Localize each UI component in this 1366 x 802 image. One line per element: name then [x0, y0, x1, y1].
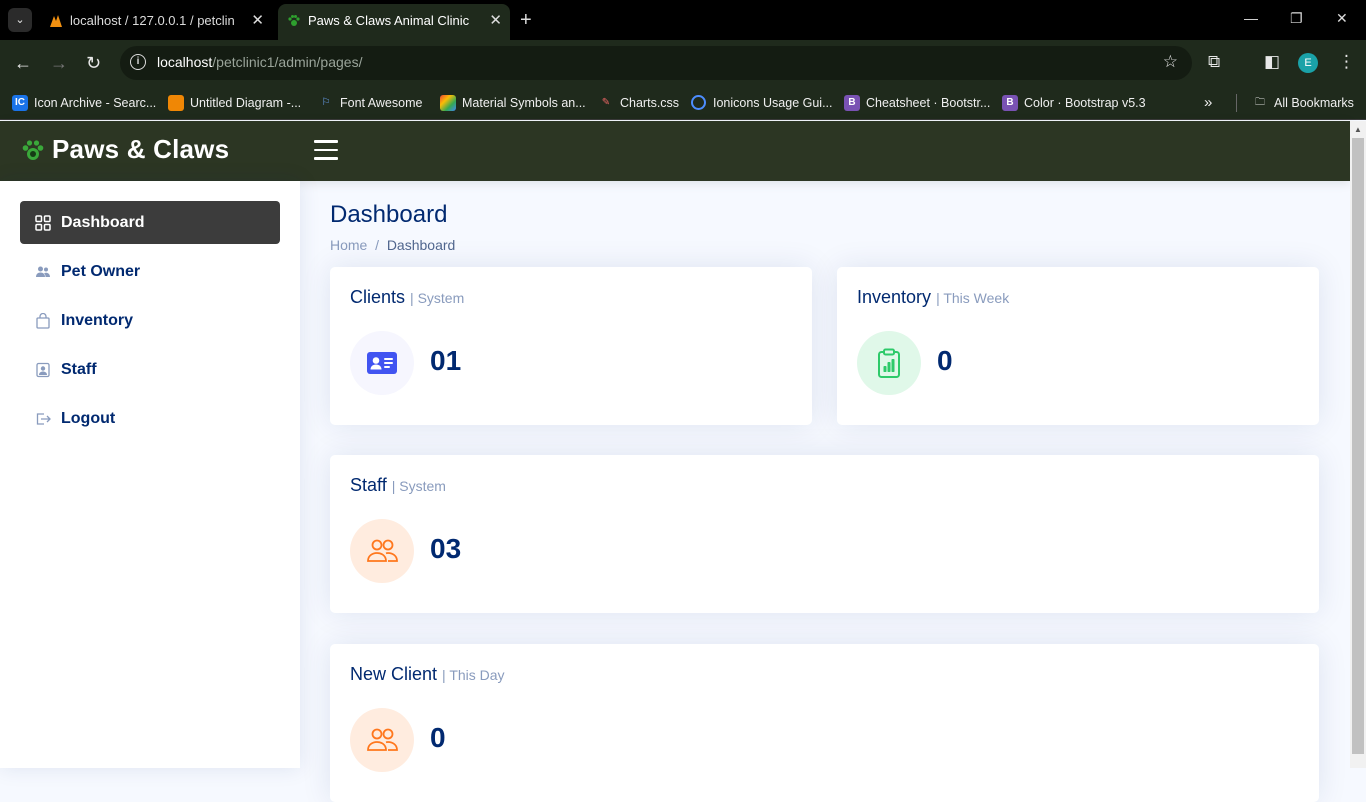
bookmark-item[interactable]: Ionicons Usage Gui...	[691, 93, 833, 113]
more-bookmarks-icon[interactable]: »	[1204, 94, 1212, 111]
clients-count: 01	[430, 345, 462, 376]
bookmark-star-icon[interactable]: ☆	[1163, 52, 1178, 72]
inventory-card: Inventory | This Week 0	[837, 267, 1319, 425]
close-tab-icon[interactable]: ✕	[489, 4, 502, 38]
clipboard-chart-icon	[878, 348, 900, 378]
drawio-icon	[168, 95, 184, 111]
address-bar[interactable]: i localhost/petclinic1/admin/pages/ ☆	[120, 46, 1192, 80]
flag-icon: ⚐	[321, 97, 331, 108]
restore-icon[interactable]: ❐	[1290, 10, 1303, 27]
logout-icon	[36, 413, 51, 425]
bootstrap-icon: B	[844, 95, 860, 111]
bookmark-item[interactable]: IC Icon Archive - Searc...	[12, 93, 156, 113]
scroll-up-icon[interactable]: ▲	[1354, 125, 1362, 134]
breadcrumb-separator: /	[375, 237, 380, 253]
toggle-sidebar-button[interactable]	[314, 140, 338, 162]
bag-icon	[36, 313, 50, 329]
person-badge-icon	[36, 362, 50, 378]
sidebar-item-label: Dashboard	[61, 214, 145, 231]
card-icon-wrap	[350, 708, 414, 772]
page-scrollbar[interactable]: ▲	[1350, 121, 1366, 768]
page-title: Dashboard	[330, 201, 448, 228]
browser-tab-paws-claws[interactable]: Paws & Claws Animal Clinic ✕	[278, 4, 510, 40]
sidebar-item-dashboard[interactable]: Dashboard	[20, 201, 280, 244]
breadcrumb-current: Dashboard	[386, 237, 456, 253]
material-symbols-icon	[440, 95, 456, 111]
card-title: Inventory | This Week	[857, 287, 1010, 307]
folder-icon: 🗀	[1255, 97, 1265, 108]
tab-label: Paws & Claws Animal Clinic	[308, 13, 470, 28]
card-icon-wrap	[350, 331, 414, 395]
card-title: New Client | This Day	[350, 664, 505, 684]
charts-css-icon: ✎	[601, 97, 611, 108]
card-title: Staff | System	[350, 475, 446, 495]
card-icon-wrap	[857, 331, 921, 395]
clients-card: Clients | System 01	[330, 267, 812, 425]
new-client-card: New Client | This Day 0	[330, 644, 1319, 802]
bookmark-item[interactable]: B Cheatsheet · Bootstr...	[844, 93, 990, 113]
browser-tab-bar: ⌄ localhost / 127.0.0.1 / petclinic1 ✕ P…	[0, 0, 1366, 40]
people-icon	[367, 539, 398, 562]
tab-search-button[interactable]: ⌄	[8, 8, 32, 32]
bookmarks-bar: IC Icon Archive - Searc... Untitled Diagr…	[0, 86, 1366, 120]
forward-icon[interactable]: →	[50, 52, 68, 74]
side-panel-icon[interactable]: ◧	[1264, 52, 1280, 72]
bookmark-item[interactable]: Material Symbols an...	[440, 93, 586, 113]
people-icon	[36, 266, 50, 277]
people-icon	[367, 728, 398, 751]
paw-logo-icon	[22, 140, 44, 160]
tab-label: localhost / 127.0.0.1 / petclinic1	[70, 13, 235, 28]
app-header: Paws & Claws	[0, 121, 1350, 181]
browser-toolbar: ← → ↻ i localhost/petclinic1/admin/pages…	[0, 40, 1366, 86]
new-tab-icon[interactable]: +	[520, 8, 532, 32]
card-icon-wrap	[350, 519, 414, 583]
staff-count: 03	[430, 533, 462, 564]
all-bookmarks-button[interactable]: 🗀 All Bookmarks	[1252, 93, 1354, 113]
breadcrumb: Home / Dashboard	[330, 237, 455, 253]
sidebar-item-label: Staff	[61, 361, 97, 378]
back-icon[interactable]: ←	[14, 52, 32, 74]
sidebar-item-pet-owner[interactable]: Pet Owner	[20, 250, 280, 293]
new-client-count: 0	[430, 722, 446, 753]
card-title: Clients | System	[350, 287, 465, 307]
minimize-icon[interactable]: —	[1244, 10, 1258, 26]
browser-tab-phpmyadmin[interactable]: localhost / 127.0.0.1 / petclinic1 ✕	[40, 6, 272, 36]
staff-card: Staff | System 03	[330, 455, 1319, 613]
sidebar-item-staff[interactable]: Staff	[20, 348, 280, 391]
menu-icon[interactable]: ⋮	[1338, 52, 1355, 72]
scrollbar-thumb[interactable]	[1352, 138, 1364, 754]
bootstrap-icon: B	[1002, 95, 1018, 111]
divider	[1236, 94, 1237, 112]
page-title-block: Dashboard Home / Dashboard	[330, 201, 455, 253]
iconarchive-icon: IC	[12, 95, 28, 111]
brand-name[interactable]: Paws & Claws	[52, 134, 229, 165]
profile-avatar[interactable]: E	[1298, 53, 1318, 73]
breadcrumb-home[interactable]: Home	[330, 237, 367, 253]
sidebar-item-label: Inventory	[61, 312, 134, 329]
close-window-icon[interactable]: ✕	[1336, 10, 1348, 27]
sidebar-item-logout[interactable]: Logout	[20, 397, 280, 440]
sidebar: Dashboard Pet Owner Inventory Staff Logo…	[0, 181, 300, 768]
bookmark-item[interactable]: Untitled Diagram -...	[168, 93, 301, 113]
extensions-icon[interactable]: ⧉	[1208, 52, 1220, 72]
person-card-icon	[367, 352, 397, 374]
bookmark-item[interactable]: ⚐ Font Awesome	[318, 93, 423, 113]
bookmark-item[interactable]: B Color · Bootstrap v5.3	[1002, 93, 1146, 113]
sidebar-item-inventory[interactable]: Inventory	[20, 299, 280, 342]
site-info-icon[interactable]: i	[130, 54, 146, 70]
close-tab-icon[interactable]: ✕	[251, 6, 264, 36]
sidebar-item-label: Logout	[61, 410, 116, 427]
phpmyadmin-icon	[50, 15, 62, 27]
paw-icon	[288, 15, 300, 26]
ionicons-icon	[691, 95, 706, 110]
sidebar-item-label: Pet Owner	[61, 263, 141, 280]
reload-icon[interactable]: ↻	[86, 52, 101, 74]
bookmark-item[interactable]: ✎ Charts.css	[598, 93, 679, 113]
url-text[interactable]: localhost/petclinic1/admin/pages/	[157, 54, 362, 70]
grid-icon	[35, 215, 51, 231]
inventory-count: 0	[937, 345, 953, 376]
